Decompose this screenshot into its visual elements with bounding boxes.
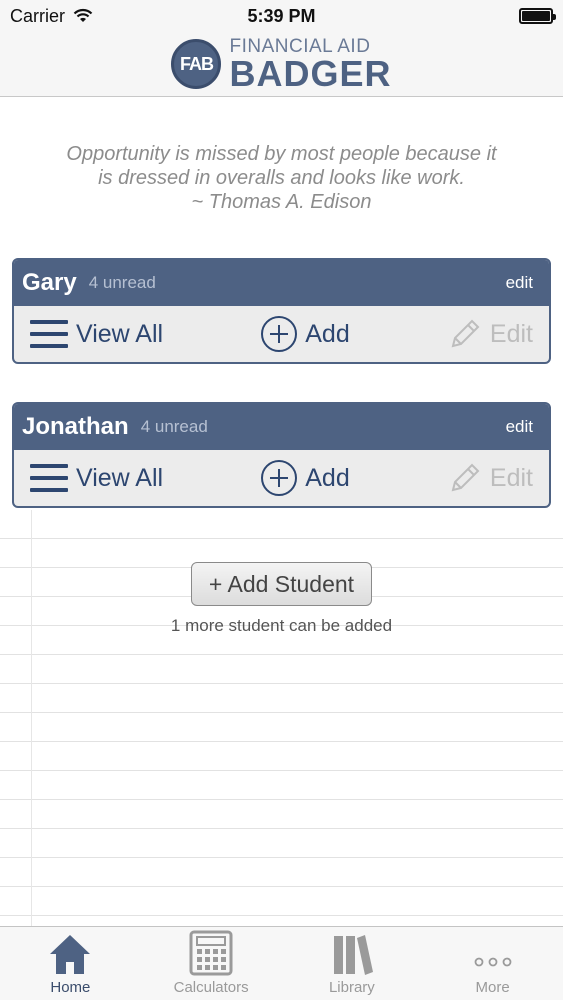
edit-button[interactable]: Edit <box>448 317 533 351</box>
student-card-jonathan: Jonathan 4 unread edit View All Add Edit <box>12 402 551 508</box>
status-bar: Carrier 5:39 PM <box>0 0 563 32</box>
tab-label: Library <box>328 979 375 996</box>
student-card-actions: View All Add Edit <box>14 306 549 362</box>
add-button[interactable]: Add <box>261 460 350 496</box>
unread-count: 4 unread <box>140 417 208 436</box>
view-all-label: View All <box>76 463 164 492</box>
edit-label: Edit <box>489 319 533 348</box>
battery-icon <box>519 8 556 24</box>
calculator-icon <box>189 930 233 976</box>
pencil-icon <box>451 319 480 348</box>
student-card-header: Gary 4 unread edit <box>14 260 549 306</box>
pencil-icon <box>451 463 480 492</box>
library-icon <box>333 935 373 975</box>
quote-line-1: Opportunity is missed by most people bec… <box>66 143 497 165</box>
add-student-button[interactable]: + Add Student <box>191 562 372 606</box>
edit-student-link[interactable]: edit <box>506 273 533 293</box>
quote-line-2: is dressed in overalls and looks like wo… <box>98 167 465 189</box>
tab-more[interactable]: More <box>422 927 563 1000</box>
add-button[interactable]: Add <box>261 316 350 352</box>
status-left: Carrier <box>10 6 93 27</box>
student-name: Gary <box>22 269 77 296</box>
edit-student-link[interactable]: edit <box>506 417 533 437</box>
view-all-button[interactable]: View All <box>30 464 163 493</box>
home-icon <box>50 935 91 974</box>
plus-circle-icon <box>261 316 298 352</box>
app-header: FAB FINANCIAL AID BADGER <box>0 32 563 97</box>
student-name: Jonathan <box>22 413 129 440</box>
add-label: Add <box>305 319 350 348</box>
tab-label: Home <box>50 979 91 996</box>
carrier-label: Carrier <box>10 5 66 26</box>
tab-label: Calculators <box>173 979 249 996</box>
student-card-actions: View All Add Edit <box>14 450 549 506</box>
main-content: Opportunity is missed by most people bec… <box>0 98 563 926</box>
logo-text: FINANCIAL AID BADGER <box>229 37 391 92</box>
quote-author: ~ Thomas A. Edison <box>191 191 372 213</box>
wifi-icon <box>73 8 93 22</box>
tab-home[interactable]: Home <box>0 927 141 1000</box>
list-icon <box>30 320 68 348</box>
edit-button[interactable]: Edit <box>448 461 533 495</box>
tab-label: More <box>475 979 510 996</box>
plus-circle-icon <box>261 460 298 496</box>
more-icon <box>474 957 512 967</box>
tab-bar: Home Calculators Library More <box>0 926 563 1000</box>
add-label: Add <box>305 463 350 492</box>
logo-bottom-text: BADGER <box>229 52 392 94</box>
logo-badge: FAB <box>171 39 222 89</box>
student-card-gary: Gary 4 unread edit View All Add Edit <box>12 258 551 364</box>
quote: Opportunity is missed by most people bec… <box>0 142 563 214</box>
unread-count: 4 unread <box>88 273 156 292</box>
student-limit-note: 1 more student can be added <box>170 616 393 635</box>
tab-calculators[interactable]: Calculators <box>141 927 282 1000</box>
view-all-button[interactable]: View All <box>30 320 163 349</box>
app-logo: FAB FINANCIAL AID BADGER <box>171 37 391 92</box>
student-card-header: Jonathan 4 unread edit <box>14 404 549 450</box>
list-icon <box>30 464 68 492</box>
edit-label: Edit <box>489 463 533 492</box>
tab-library[interactable]: Library <box>282 927 423 1000</box>
view-all-label: View All <box>76 319 164 348</box>
